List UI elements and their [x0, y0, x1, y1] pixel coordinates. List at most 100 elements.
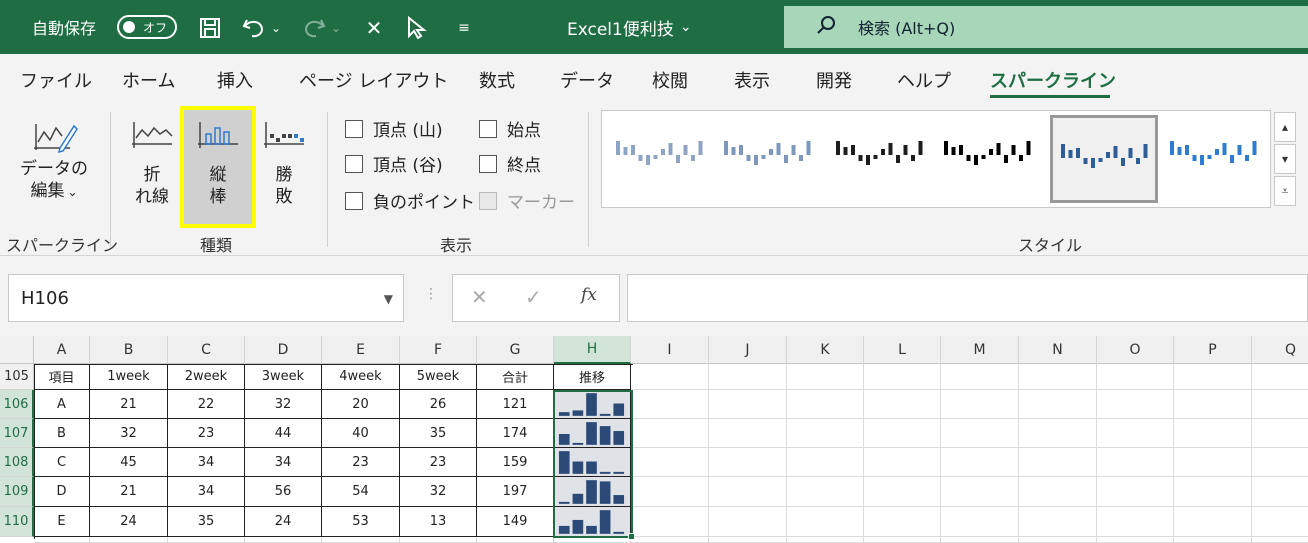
table-header-cell[interactable]: 5week — [400, 364, 477, 390]
empty-cell[interactable] — [941, 507, 1019, 537]
value-cell[interactable]: 34 — [245, 448, 322, 477]
empty-cell[interactable] — [864, 477, 941, 507]
value-cell[interactable]: 13 — [400, 507, 477, 537]
value-cell[interactable]: 23 — [168, 419, 245, 448]
customize-qat-icon[interactable]: ≡ — [450, 14, 478, 42]
tab-insert[interactable]: 挿入 — [217, 67, 253, 93]
gallery-scroll-down-icon[interactable]: ▾ — [1274, 144, 1296, 174]
tab-formulas[interactable]: 数式 — [479, 67, 515, 93]
empty-cell[interactable] — [787, 364, 864, 390]
empty-cell[interactable] — [1174, 364, 1252, 390]
empty-cell[interactable] — [1174, 419, 1252, 448]
empty-cell[interactable] — [1019, 364, 1097, 390]
empty-cell[interactable] — [90, 537, 168, 543]
sparkline-cell[interactable] — [554, 477, 631, 507]
negative-points-checkbox[interactable]: 負のポイント — [345, 188, 475, 213]
first-point-checkbox[interactable]: 始点 — [479, 116, 541, 141]
empty-cell[interactable] — [631, 390, 709, 419]
value-cell[interactable]: 34 — [168, 477, 245, 507]
row-header-106[interactable]: 106 — [0, 390, 34, 419]
name-box-dropdown-icon[interactable]: ▼ — [384, 292, 393, 306]
empty-cell[interactable] — [1174, 448, 1252, 477]
empty-cell[interactable] — [1252, 419, 1308, 448]
total-cell[interactable]: 121 — [477, 390, 554, 419]
value-cell[interactable]: 26 — [400, 390, 477, 419]
item-cell[interactable]: C — [34, 448, 90, 477]
item-cell[interactable]: A — [34, 390, 90, 419]
tab-data[interactable]: データ — [560, 67, 614, 93]
column-header-N[interactable]: N — [1019, 336, 1097, 364]
value-cell[interactable]: 21 — [90, 390, 168, 419]
name-box[interactable]: H106 ▼ — [8, 274, 404, 322]
empty-cell[interactable] — [864, 537, 941, 543]
sparkline-style-2[interactable] — [716, 115, 824, 203]
total-cell[interactable]: 197 — [477, 477, 554, 507]
empty-cell[interactable] — [864, 419, 941, 448]
value-cell[interactable]: 21 — [90, 477, 168, 507]
empty-cell[interactable] — [34, 537, 90, 543]
empty-cell[interactable] — [787, 537, 864, 543]
value-cell[interactable]: 23 — [400, 448, 477, 477]
column-header-D[interactable]: D — [245, 336, 322, 364]
empty-cell[interactable] — [709, 507, 787, 537]
value-cell[interactable]: 53 — [322, 507, 400, 537]
high-point-checkbox[interactable]: 頂点 (山) — [345, 116, 443, 141]
empty-cell[interactable] — [709, 364, 787, 390]
fill-handle[interactable] — [628, 533, 635, 540]
value-cell[interactable]: 56 — [245, 477, 322, 507]
empty-cell[interactable] — [1252, 364, 1308, 390]
value-cell[interactable]: 44 — [245, 419, 322, 448]
value-cell[interactable]: 32 — [245, 390, 322, 419]
value-cell[interactable]: 23 — [322, 448, 400, 477]
tab-sparkline[interactable]: スパークライン — [990, 67, 1116, 93]
empty-cell[interactable] — [1252, 477, 1308, 507]
empty-cell[interactable] — [1252, 390, 1308, 419]
empty-cell[interactable] — [1174, 537, 1252, 543]
empty-cell[interactable] — [709, 537, 787, 543]
empty-cell[interactable] — [1097, 537, 1174, 543]
sparkline-cell[interactable] — [554, 390, 631, 419]
empty-cell[interactable] — [631, 537, 709, 543]
empty-cell[interactable] — [477, 537, 554, 543]
empty-cell[interactable] — [1097, 364, 1174, 390]
gallery-scroll-up-icon[interactable]: ▴ — [1274, 112, 1296, 142]
empty-cell[interactable] — [1097, 477, 1174, 507]
table-header-cell[interactable]: 3week — [245, 364, 322, 390]
edit-data-button[interactable]: データの 編集 ⌄ — [20, 114, 88, 203]
line-type-button[interactable]: 折 れ線 — [128, 114, 176, 208]
empty-cell[interactable] — [941, 364, 1019, 390]
value-cell[interactable]: 34 — [168, 448, 245, 477]
formula-input[interactable] — [627, 274, 1308, 322]
table-header-cell[interactable]: 推移 — [554, 364, 631, 390]
column-header-P[interactable]: P — [1174, 336, 1252, 364]
table-header-cell[interactable]: 4week — [322, 364, 400, 390]
empty-cell[interactable] — [1019, 419, 1097, 448]
sparkline-cell[interactable] — [554, 448, 631, 477]
table-header-cell[interactable]: 1week — [90, 364, 168, 390]
column-header-O[interactable]: O — [1097, 336, 1174, 364]
column-header-A[interactable]: A — [34, 336, 90, 364]
value-cell[interactable]: 32 — [90, 419, 168, 448]
value-cell[interactable]: 24 — [245, 507, 322, 537]
tab-view[interactable]: 表示 — [734, 67, 770, 93]
undo-dropdown-icon[interactable]: ⌄ — [268, 14, 284, 42]
gallery-more-icon[interactable]: ⩡ — [1274, 176, 1296, 206]
empty-cell[interactable] — [1097, 448, 1174, 477]
column-header-L[interactable]: L — [864, 336, 941, 364]
column-header-Q[interactable]: Q — [1252, 336, 1308, 364]
empty-cell[interactable] — [1019, 507, 1097, 537]
empty-cell[interactable] — [1097, 507, 1174, 537]
item-cell[interactable]: D — [34, 477, 90, 507]
value-cell[interactable]: 45 — [90, 448, 168, 477]
empty-cell[interactable] — [1097, 390, 1174, 419]
value-cell[interactable]: 32 — [400, 477, 477, 507]
empty-cell[interactable] — [941, 477, 1019, 507]
value-cell[interactable]: 35 — [168, 507, 245, 537]
empty-cell[interactable] — [168, 537, 245, 543]
tab-home[interactable]: ホーム — [122, 67, 175, 93]
column-type-button[interactable]: 縦 棒 — [190, 114, 246, 208]
sparkline-style-3[interactable] — [828, 115, 936, 203]
tab-developer[interactable]: 開発 — [816, 67, 852, 93]
empty-cell[interactable] — [631, 364, 709, 390]
search-box[interactable]: 検索 (Alt+Q) — [784, 6, 1308, 48]
